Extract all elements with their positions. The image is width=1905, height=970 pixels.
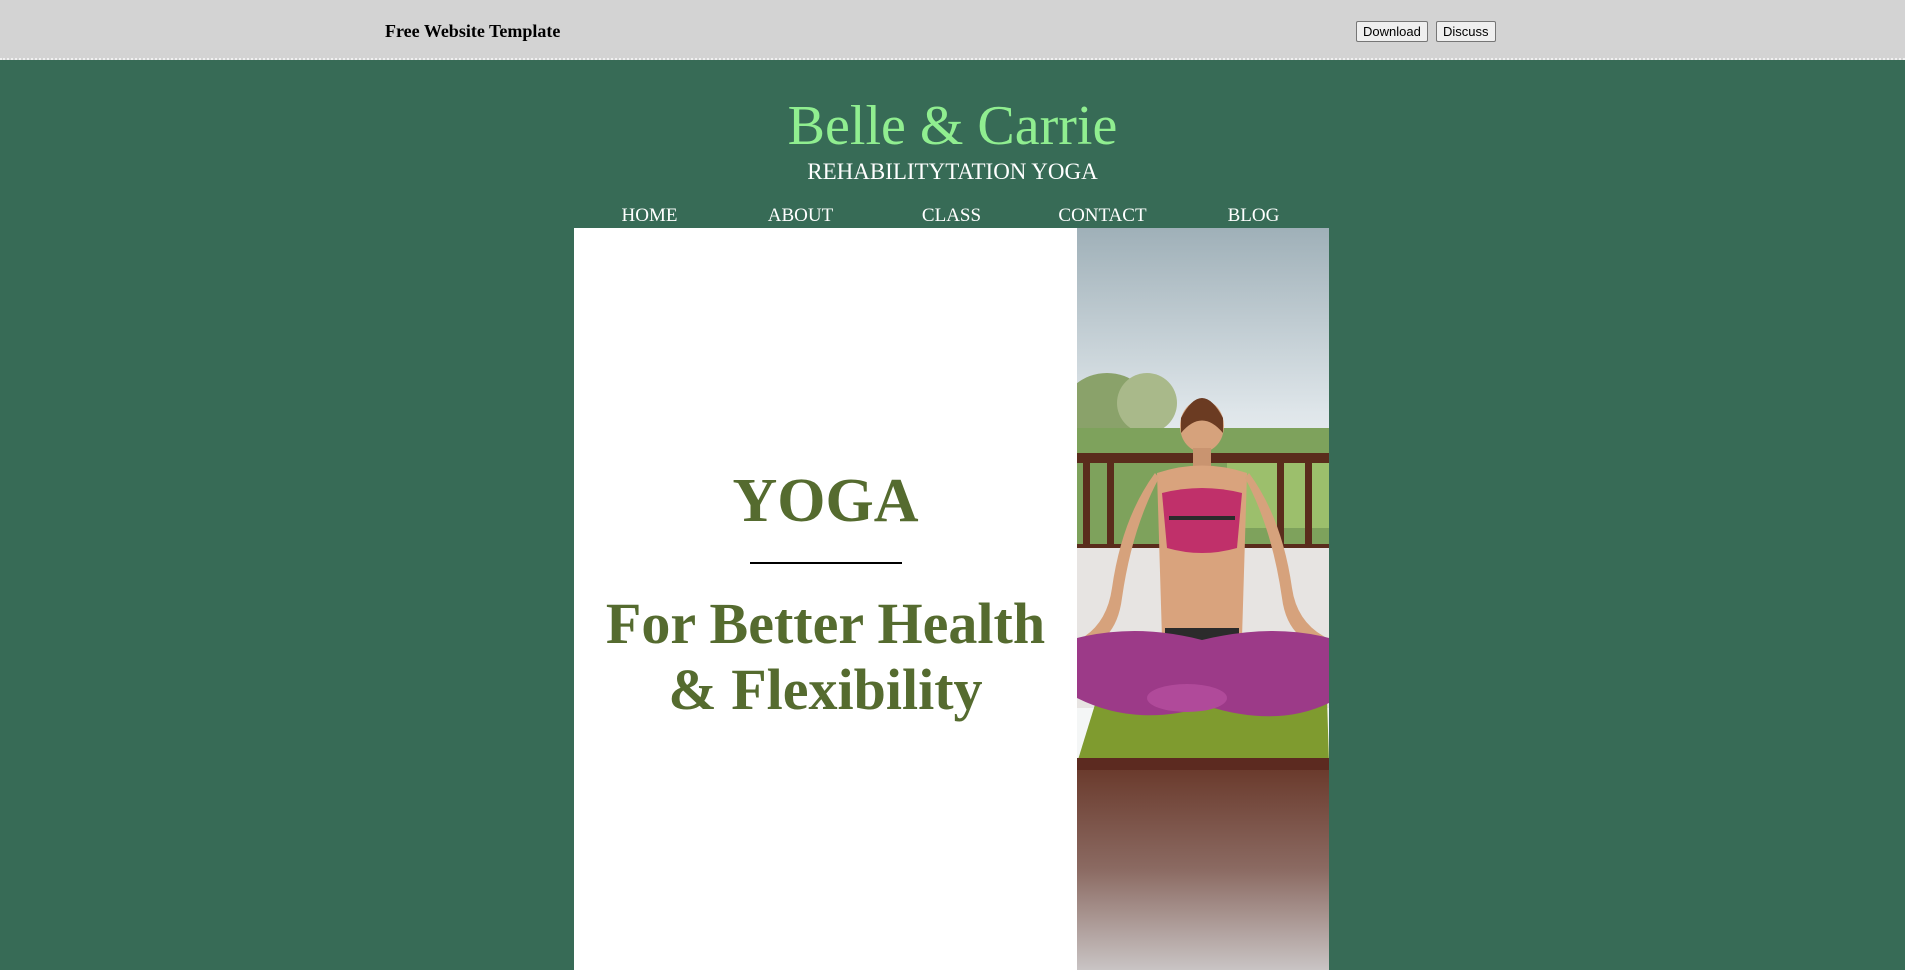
nav-item-about[interactable]: ABOUT (725, 204, 876, 228)
hero-tagline-line1: For Better Health (605, 591, 1046, 656)
template-topbar: Free Website Template Download Discuss (0, 0, 1905, 60)
main-nav: HOME ABOUT CLASS CONTACT BLOG (574, 204, 1329, 228)
hero-tagline-line2: & Flexibility (668, 657, 983, 722)
download-button[interactable]: Download (1356, 21, 1428, 42)
site-subtitle: REHABILITYTATION YOGA (807, 159, 1098, 184)
nav-item-home[interactable]: HOME (574, 204, 725, 228)
yoga-photo (1077, 228, 1329, 970)
hero-title: YOGA (732, 467, 919, 535)
hero-divider (750, 562, 902, 564)
nav-item-class[interactable]: CLASS (876, 204, 1027, 228)
hero-section: YOGA For Better Health & Flexibility (574, 228, 1329, 970)
nav-item-blog[interactable]: BLOG (1178, 204, 1329, 228)
discuss-button[interactable]: Discuss (1436, 21, 1496, 42)
hero-tagline: For Better Health & Flexibility (574, 591, 1077, 723)
site-logo-name: Belle & Carrie (787, 95, 1118, 157)
nav-item-contact[interactable]: CONTACT (1027, 204, 1178, 228)
hero-text-panel: YOGA For Better Health & Flexibility (574, 228, 1077, 970)
template-title: Free Website Template (385, 21, 561, 41)
